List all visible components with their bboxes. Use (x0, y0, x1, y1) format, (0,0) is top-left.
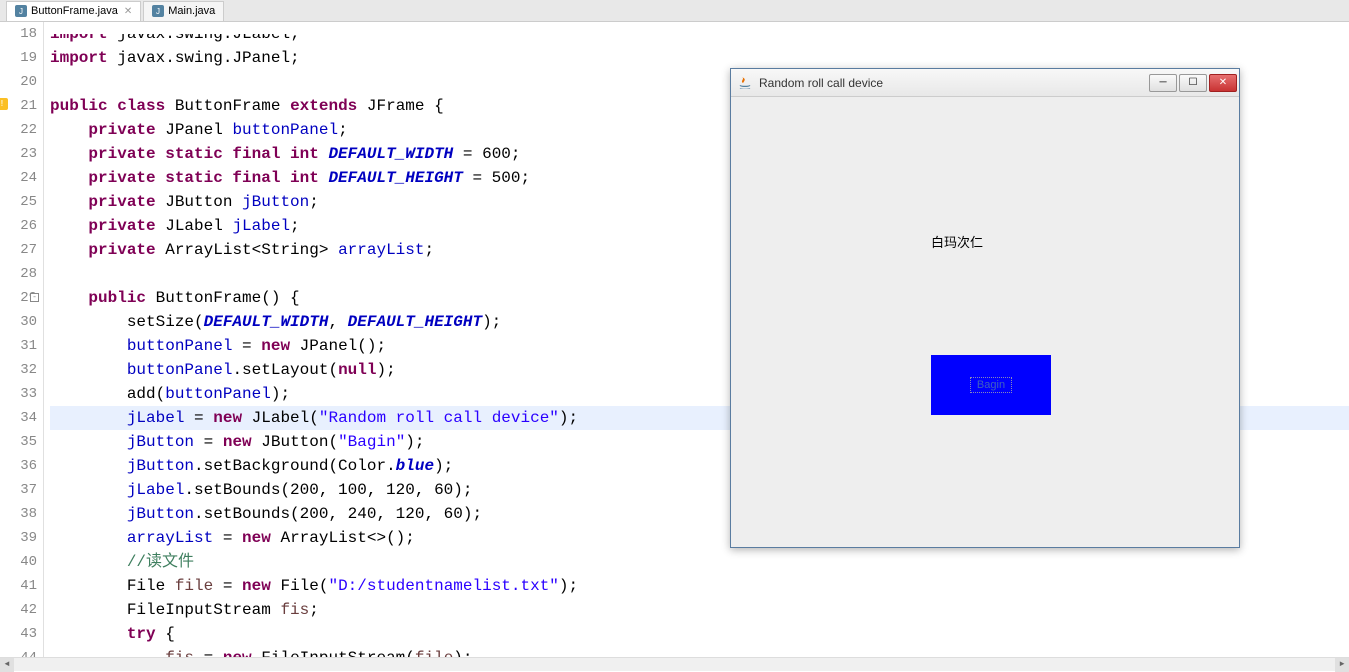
line-number: 36 (0, 454, 37, 478)
name-display-label: 白玛次仁 (931, 232, 983, 251)
line-number: 37 (0, 478, 37, 502)
line-number-gutter: 18192021!2223242526272829-30313233343536… (0, 22, 44, 657)
swing-titlebar[interactable]: Random roll call device ─ ☐ ✕ (731, 69, 1239, 97)
tab-buttonframe[interactable]: J ButtonFrame.java ✕ (6, 1, 141, 21)
maximize-button[interactable]: ☐ (1179, 74, 1207, 92)
code-line[interactable]: import javax.swing.JLabel; (50, 22, 1349, 46)
line-number: 22 (0, 118, 37, 142)
window-controls: ─ ☐ ✕ (1149, 74, 1237, 92)
line-number: 23 (0, 142, 37, 166)
line-number: 43 (0, 622, 37, 646)
java-file-icon: J (152, 5, 164, 17)
line-number: 27 (0, 238, 37, 262)
code-line[interactable]: //读文件 (50, 550, 1349, 574)
line-number: 39 (0, 526, 37, 550)
line-number: 38 (0, 502, 37, 526)
swing-app-window[interactable]: Random roll call device ─ ☐ ✕ 白玛次仁 Bagin (730, 68, 1240, 548)
line-number: 18 (0, 22, 37, 46)
horizontal-scrollbar[interactable]: ◄ ► (0, 657, 1349, 671)
line-number: 35 (0, 430, 37, 454)
code-line[interactable]: try { (50, 622, 1349, 646)
line-number: 30 (0, 310, 37, 334)
line-number: 32 (0, 358, 37, 382)
close-icon[interactable]: ✕ (124, 6, 132, 17)
java-app-icon (737, 75, 753, 91)
swing-content-pane: 白玛次仁 Bagin (731, 97, 1239, 547)
scroll-left-arrow[interactable]: ◄ (0, 658, 14, 672)
svg-text:J: J (19, 7, 23, 16)
line-number: 20 (0, 70, 37, 94)
begin-button[interactable]: Bagin (931, 355, 1051, 415)
tab-label: ButtonFrame.java (31, 5, 118, 17)
line-number: 26 (0, 214, 37, 238)
swing-window-title: Random roll call device (759, 76, 1149, 90)
line-number: 19 (0, 46, 37, 70)
editor-tab-bar: J ButtonFrame.java ✕ J Main.java (0, 0, 1349, 22)
line-number: 40 (0, 550, 37, 574)
java-file-icon: J (15, 5, 27, 17)
scroll-right-arrow[interactable]: ► (1335, 658, 1349, 672)
line-number: 33 (0, 382, 37, 406)
line-number: 41 (0, 574, 37, 598)
close-button[interactable]: ✕ (1209, 74, 1237, 92)
minimize-button[interactable]: ─ (1149, 74, 1177, 92)
line-number: 34 (0, 406, 37, 430)
begin-button-label: Bagin (970, 377, 1012, 393)
line-number: 31 (0, 334, 37, 358)
code-line[interactable]: import javax.swing.JPanel; (50, 46, 1349, 70)
line-number: 21! (0, 94, 37, 118)
line-number: 42 (0, 598, 37, 622)
tab-label: Main.java (168, 5, 215, 17)
fold-toggle-icon[interactable]: - (30, 293, 39, 302)
code-line[interactable]: FileInputStream fis; (50, 598, 1349, 622)
line-number: 25 (0, 190, 37, 214)
svg-text:J: J (156, 7, 160, 16)
line-number: 29- (0, 286, 37, 310)
code-line[interactable]: File file = new File("D:/studentnamelist… (50, 574, 1349, 598)
warning-icon[interactable]: ! (0, 98, 8, 110)
tab-main[interactable]: J Main.java (143, 1, 224, 21)
line-number: 28 (0, 262, 37, 286)
line-number: 24 (0, 166, 37, 190)
